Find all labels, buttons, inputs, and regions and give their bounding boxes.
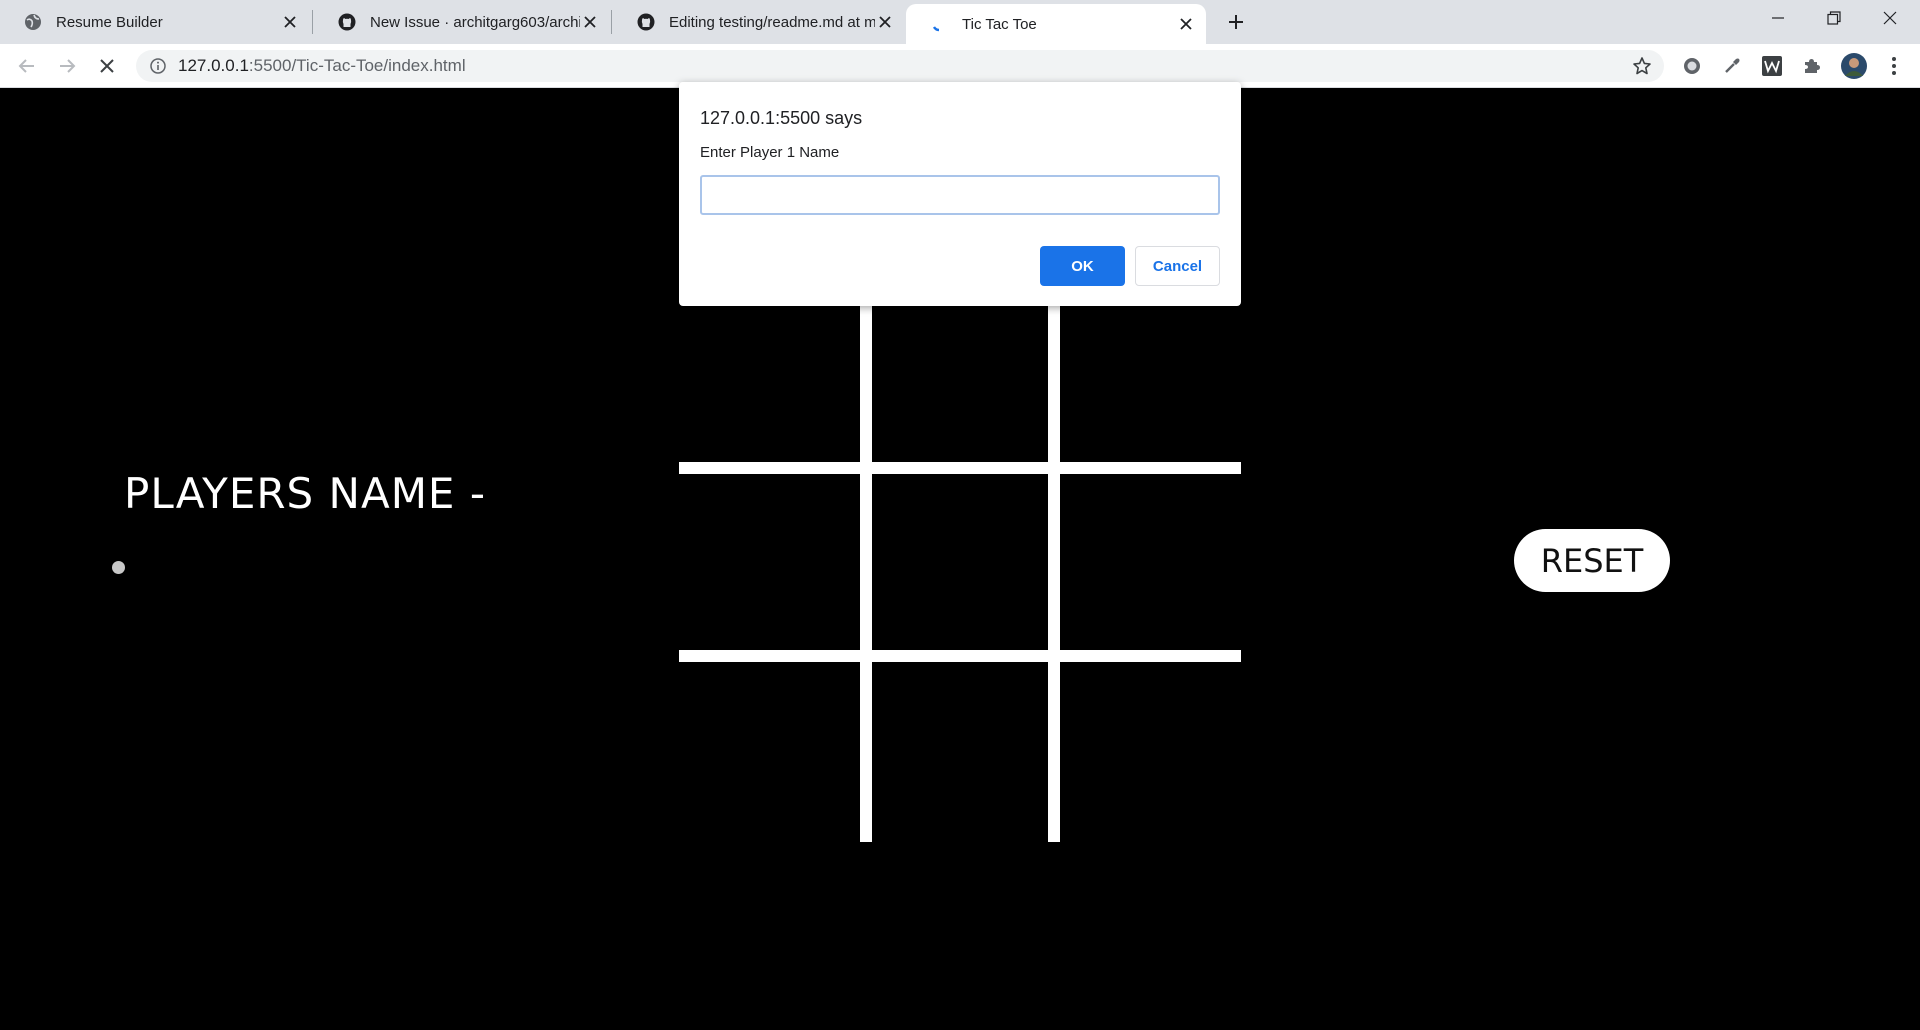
dialog-origin: 127.0.0.1:5500 says (700, 108, 863, 128)
puzzle-icon[interactable] (1800, 54, 1824, 78)
prompt-dialog: 127.0.0.1:5500 says Enter Player 1 Name … (679, 82, 1241, 306)
tab-title: New Issue · architgarg603/architg (370, 13, 580, 31)
board-cell[interactable] (679, 474, 865, 650)
tab-strip: Resume Builder New Issue · architgarg603… (0, 0, 1920, 44)
arrow-left-icon (18, 59, 34, 73)
url-path: :5500/Tic-Tac-Toe/index.html (248, 56, 466, 75)
board-cell[interactable] (1055, 662, 1241, 842)
tab-new-issue[interactable]: New Issue · architgarg603/architg (314, 0, 610, 44)
stop-loading-button[interactable] (93, 52, 121, 80)
tab-separator (611, 10, 612, 34)
url-host: 127.0.0.1 (178, 56, 249, 75)
board-cell[interactable] (1055, 474, 1241, 650)
github-icon (637, 13, 655, 31)
close-icon[interactable] (580, 12, 600, 32)
loading-spinner-icon (930, 15, 948, 33)
board-line-horizontal (679, 650, 1241, 662)
dialog-message: Enter Player 1 Name (700, 144, 840, 161)
restore-button[interactable] (1806, 0, 1862, 36)
arrow-right-icon (60, 59, 76, 73)
board-line-horizontal (679, 462, 1241, 474)
close-icon (100, 59, 114, 73)
new-tab-button[interactable] (1222, 8, 1250, 36)
star-icon[interactable] (1630, 54, 1654, 78)
menu-dots-icon[interactable] (1882, 54, 1906, 78)
player-list-bullet (112, 561, 125, 574)
board-cell[interactable] (679, 662, 865, 842)
back-button[interactable] (13, 52, 41, 80)
forward-button[interactable] (53, 52, 81, 80)
board-cell[interactable] (877, 474, 1043, 650)
github-icon (338, 13, 356, 31)
players-title: PLAYERS NAME - (124, 469, 486, 518)
url-text[interactable]: 127.0.0.1:5500/Tic-Tac-Toe/index.html (178, 56, 466, 76)
close-icon[interactable] (1176, 14, 1196, 34)
restore-icon (1827, 11, 1841, 25)
tab-tic-tac-toe[interactable]: Tic Tac Toe (906, 4, 1206, 44)
info-icon[interactable] (150, 58, 166, 74)
tab-title: Editing testing/readme.md at ma (669, 13, 875, 31)
w-extension-icon[interactable] (1760, 54, 1784, 78)
minimize-icon (1772, 17, 1784, 19)
cancel-button[interactable]: Cancel (1135, 246, 1220, 286)
tab-title: Resume Builder (56, 13, 163, 31)
board-cell[interactable] (877, 662, 1043, 842)
tab-resume-builder[interactable]: Resume Builder (0, 0, 310, 44)
minimize-button[interactable] (1750, 0, 1806, 36)
extension-circle-icon[interactable] (1680, 54, 1704, 78)
player-name-input[interactable] (700, 175, 1220, 215)
tab-separator (312, 10, 313, 34)
tab-title: Tic Tac Toe (962, 15, 1037, 33)
globe-icon (24, 13, 42, 31)
close-icon[interactable] (875, 12, 895, 32)
address-bar[interactable]: 127.0.0.1:5500/Tic-Tac-Toe/index.html (136, 50, 1664, 82)
window-close-button[interactable] (1862, 0, 1918, 36)
avatar[interactable] (1840, 52, 1868, 80)
plus-icon (1229, 15, 1243, 29)
reset-button[interactable]: RESET (1514, 529, 1670, 592)
ok-button[interactable]: OK (1040, 246, 1125, 286)
close-icon (1883, 11, 1897, 25)
tab-editing-readme[interactable]: Editing testing/readme.md at ma (613, 0, 905, 44)
eyedropper-icon[interactable] (1720, 54, 1744, 78)
close-icon[interactable] (280, 12, 300, 32)
